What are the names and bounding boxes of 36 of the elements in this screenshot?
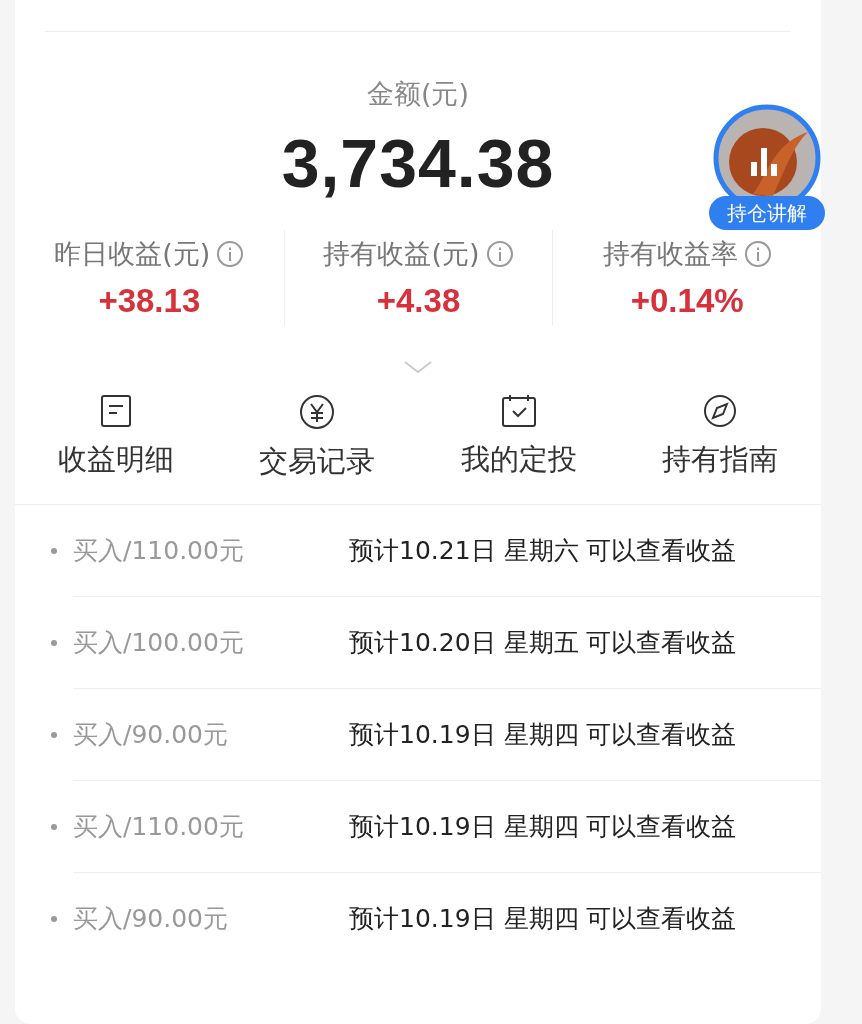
stat-label: 持有收益(元) <box>323 237 480 271</box>
stat-label: 昨日收益(元) <box>54 237 211 271</box>
purchase-amount: 买入/90.00元 <box>73 903 229 935</box>
document-icon <box>99 394 132 428</box>
bullet-dot <box>51 547 57 554</box>
shortcut-button[interactable]: 持有指南 <box>619 394 821 482</box>
bullet-dot <box>51 915 57 922</box>
stat-value: +38.13 <box>98 282 201 320</box>
info-icon[interactable] <box>485 240 514 268</box>
earnings-note: 预计10.20日 星期五 可以查看收益 <box>349 627 737 659</box>
shortcut-button[interactable]: 我的定投 <box>418 394 620 482</box>
info-icon[interactable] <box>743 240 772 268</box>
calendar-icon <box>500 394 537 428</box>
shortcut-button[interactable]: 收益明细 <box>15 394 217 482</box>
earnings-note: 预计10.19日 星期四 可以查看收益 <box>349 903 737 935</box>
purchase-amount: 买入/100.00元 <box>73 627 245 659</box>
compass-icon <box>703 394 738 428</box>
bullet-dot <box>51 823 57 830</box>
shortcut-button[interactable]: 交易记录 <box>216 394 418 482</box>
bullet-dot <box>51 731 57 738</box>
earnings-note: 预计10.21日 星期六 可以查看收益 <box>349 535 737 567</box>
stat-value: +4.38 <box>376 282 461 320</box>
purchase-amount: 买入/90.00元 <box>73 719 229 751</box>
purchase-amount: 买入/110.00元 <box>73 811 245 843</box>
earnings-note: 预计10.19日 星期四 可以查看收益 <box>349 811 737 843</box>
purchase-amount: 买入/110.00元 <box>73 535 245 567</box>
amount-value: 3,734.38 <box>281 124 555 202</box>
yen-icon <box>299 394 336 430</box>
earnings-note: 预计10.19日 星期四 可以查看收益 <box>349 719 737 751</box>
info-icon[interactable] <box>216 240 245 268</box>
amount-label: 金额(元) <box>366 77 470 111</box>
bullet-dot <box>51 639 57 646</box>
stat-value: +0.14% <box>630 282 744 320</box>
chevron-down-icon[interactable] <box>403 360 433 374</box>
position-explain-button[interactable]: 持仓讲解 <box>709 196 825 230</box>
stat-label: 持有收益率 <box>602 237 738 271</box>
